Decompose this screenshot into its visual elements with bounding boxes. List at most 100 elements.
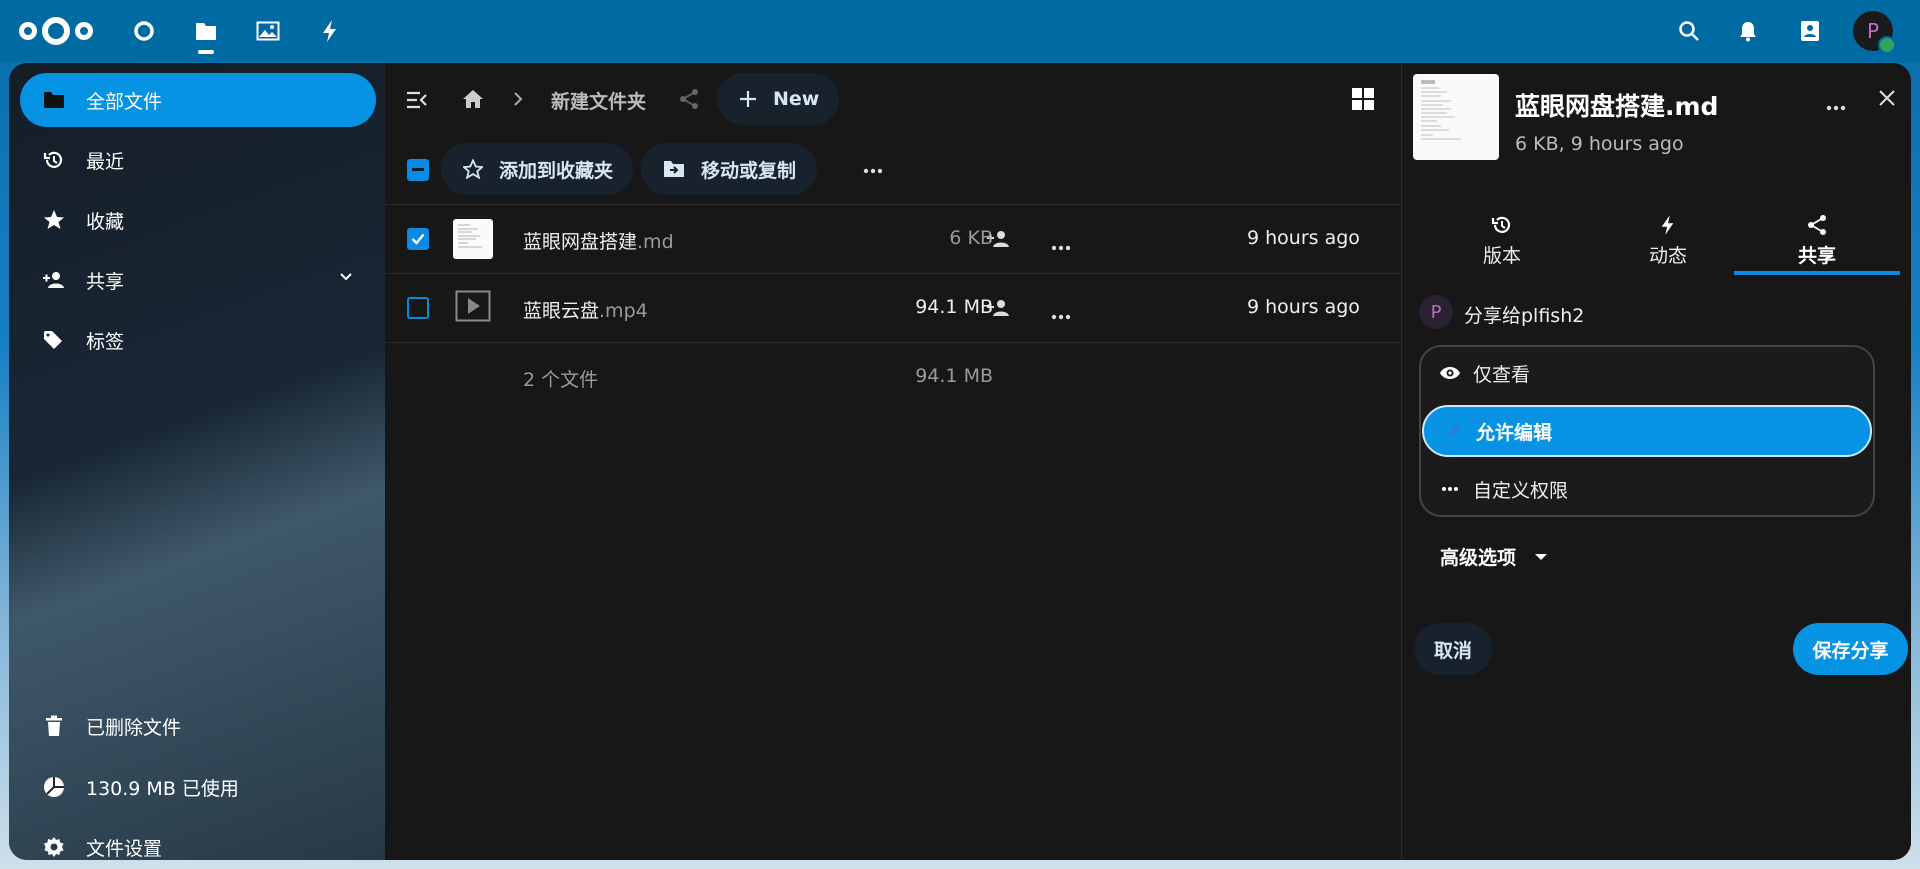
photos-icon[interactable]	[253, 16, 283, 46]
row-checkbox[interactable]	[407, 297, 429, 319]
app-window: 全部文件 最近 收藏 共享 标签 已删除文件 130.9 MB 已使用 文件设置…	[9, 63, 1911, 860]
sidebar-item-tags[interactable]: 标签	[20, 313, 376, 367]
tab-label: 动态	[1648, 245, 1687, 267]
user-avatar[interactable]: P	[1853, 11, 1896, 54]
share-recipient-label: 分享给plfish2	[1464, 305, 1585, 327]
top-bar: P	[0, 0, 1920, 62]
share-icon	[1806, 209, 1828, 241]
new-button-label: New	[773, 88, 820, 110]
add-to-favorites-button[interactable]: 添加到收藏夹	[441, 143, 633, 195]
cancel-button-label: 取消	[1433, 639, 1472, 662]
more-options-icon[interactable]	[1826, 96, 1846, 115]
permission-option-view-only[interactable]: 仅查看	[1421, 347, 1873, 399]
tag-icon	[42, 328, 66, 352]
chevron-right-icon	[512, 90, 524, 112]
divider	[385, 342, 1401, 343]
video-file-icon	[455, 290, 491, 326]
new-button[interactable]: New	[717, 73, 839, 125]
pie-chart-icon	[42, 775, 66, 799]
sidebar-item-label: 共享	[86, 270, 125, 293]
tab-sharing[interactable]: 共享	[1734, 203, 1900, 275]
table-row[interactable]: 蓝眼云盘.mp4 94.1 MB 9 hours ago	[385, 274, 1401, 342]
more-actions-icon[interactable]	[863, 159, 883, 178]
dots-icon	[1439, 486, 1461, 492]
breadcrumb-current-folder[interactable]: 新建文件夹	[551, 87, 646, 114]
add-to-favorites-label: 添加到收藏夹	[499, 159, 614, 182]
sidebar-item-recent[interactable]: 最近	[20, 133, 376, 187]
close-icon[interactable]	[1878, 89, 1896, 111]
home-icon[interactable]	[461, 88, 485, 114]
sidebar-item-all-files[interactable]: 全部文件	[20, 73, 376, 127]
sidebar-item-label: 收藏	[86, 210, 125, 233]
tab-label: 共享	[1797, 245, 1836, 267]
sidebar-item-quota[interactable]: 130.9 MB 已使用	[20, 760, 376, 814]
avatar-initial: P	[1866, 19, 1880, 43]
permission-option-allow-edit[interactable]: 允许编辑	[1422, 405, 1872, 457]
files-icon[interactable]	[191, 16, 221, 54]
star-outline-icon	[463, 159, 483, 179]
total-size-summary: 94.1 MB	[915, 365, 993, 387]
folder-icon	[42, 88, 66, 112]
file-name[interactable]: 蓝眼云盘.mp4	[523, 296, 648, 323]
avatar-initial: P	[1430, 301, 1442, 323]
details-sidebar: 蓝眼网盘搭建.md 6 KB, 9 hours ago 版本 动态 共享 P 分…	[1401, 63, 1911, 860]
row-more-icon[interactable]	[1051, 236, 1071, 255]
active-app-indicator	[198, 50, 214, 54]
sidebar-item-shares[interactable]: 共享	[20, 253, 376, 307]
advanced-options-toggle[interactable]: 高级选项	[1440, 543, 1548, 570]
file-modified: 9 hours ago	[1247, 296, 1360, 318]
plus-icon	[739, 90, 757, 108]
search-icon[interactable]	[1674, 16, 1704, 46]
share-recipient-avatar: P	[1419, 295, 1453, 329]
move-or-copy-button[interactable]: 移动或复制	[641, 143, 817, 195]
history-icon	[42, 148, 66, 172]
permission-label: 仅查看	[1473, 363, 1531, 386]
eye-icon	[1439, 365, 1461, 381]
folder-move-icon	[663, 159, 685, 179]
save-share-button[interactable]: 保存分享	[1793, 623, 1908, 675]
navigation-sidebar: 全部文件 最近 收藏 共享 标签 已删除文件 130.9 MB 已使用 文件设置	[9, 63, 385, 860]
nextcloud-logo-icon[interactable]	[18, 14, 94, 52]
advanced-options-label: 高级选项	[1440, 547, 1517, 569]
sidebar-item-favorites[interactable]: 收藏	[20, 193, 376, 247]
row-checkbox[interactable]	[407, 228, 429, 250]
sidebar-item-label: 全部文件	[86, 90, 163, 113]
dashboard-icon[interactable]	[129, 16, 159, 46]
pencil-icon	[1442, 422, 1464, 440]
sidebar-file-meta: 6 KB, 9 hours ago	[1515, 133, 1684, 155]
permission-menu: 仅查看 允许编辑 自定义权限	[1419, 345, 1875, 517]
toggle-sidebar-icon[interactable]	[405, 89, 429, 115]
cancel-button[interactable]: 取消	[1414, 623, 1492, 675]
activity-icon	[1660, 209, 1676, 241]
caret-down-icon	[1534, 553, 1548, 561]
bell-icon[interactable]	[1733, 16, 1763, 46]
file-basename: 蓝眼网盘搭建	[523, 231, 638, 253]
trash-icon	[42, 714, 66, 738]
file-extension: .mp4	[599, 300, 648, 322]
permission-label: 允许编辑	[1476, 421, 1553, 444]
star-icon	[42, 208, 66, 232]
file-modified: 9 hours ago	[1247, 227, 1360, 249]
history-icon	[1491, 209, 1513, 241]
permission-option-custom[interactable]: 自定义权限	[1421, 463, 1873, 515]
sidebar-item-label: 标签	[86, 330, 125, 353]
move-or-copy-label: 移动或复制	[701, 159, 797, 182]
file-size: 94.1 MB	[915, 296, 993, 318]
select-all-checkbox[interactable]	[407, 159, 429, 181]
sidebar-file-title: 蓝眼网盘搭建.md	[1515, 92, 1719, 121]
share-user-icon	[42, 268, 66, 292]
sidebar-item-settings[interactable]: 文件设置	[20, 820, 376, 860]
table-row[interactable]: 蓝眼网盘搭建.md 6 KB 9 hours ago	[385, 205, 1401, 273]
tab-versions[interactable]: 版本	[1419, 203, 1585, 275]
chevron-down-icon[interactable]	[338, 268, 354, 290]
grid-view-icon[interactable]	[1351, 87, 1375, 115]
tab-activity[interactable]: 动态	[1585, 203, 1751, 275]
file-count-summary: 2 个文件	[523, 369, 599, 391]
sidebar-item-trash[interactable]: 已删除文件	[20, 699, 376, 753]
file-name[interactable]: 蓝眼网盘搭建.md	[523, 227, 674, 254]
row-more-icon[interactable]	[1051, 305, 1071, 324]
contacts-icon[interactable]	[1795, 16, 1825, 46]
share-icon[interactable]	[678, 88, 700, 114]
file-preview-thumbnail	[1413, 74, 1499, 160]
activity-icon[interactable]	[315, 16, 345, 46]
